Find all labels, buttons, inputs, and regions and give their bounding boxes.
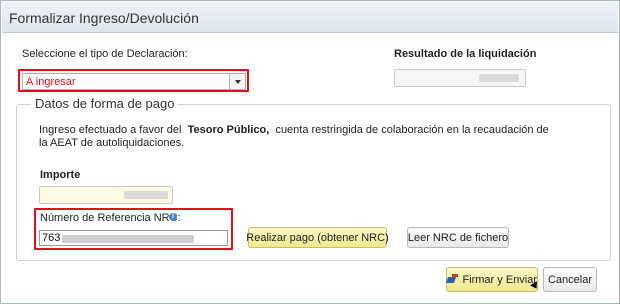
nrc-label: Número de Referencia NRC: xyxy=(40,212,181,224)
dialog: Formalizar Ingreso/Devolución Seleccione… xyxy=(0,0,620,304)
dialog-title: Formalizar Ingreso/Devolución xyxy=(9,10,199,26)
declaration-type-label: Seleccione el tipo de Declaración: xyxy=(22,48,188,60)
info-icon[interactable]: i xyxy=(169,213,177,221)
declaration-type-select[interactable]: A ingresar xyxy=(22,73,246,90)
amount-field xyxy=(39,186,173,204)
payment-info-text: Ingreso efectuado a favor del Tesoro Púb… xyxy=(39,124,559,150)
amount-label: Importe xyxy=(40,169,81,181)
amount-value-redacted xyxy=(124,191,168,199)
info-bold: Tesoro Público, xyxy=(187,124,270,136)
chevron-down-icon[interactable] xyxy=(229,74,245,89)
nrc-input[interactable]: 763 xyxy=(39,230,228,246)
declaration-type-value: A ingresar xyxy=(26,76,76,88)
firmar-enviar-label: Firmar y Enviar xyxy=(462,273,537,286)
leer-nrc-fichero-button[interactable]: Leer NRC de fichero xyxy=(407,227,509,248)
payment-legend: Datos de forma de pago xyxy=(31,96,179,111)
nrc-value: 763 xyxy=(42,232,61,244)
realizar-pago-button[interactable]: Realizar pago (obtener NRC) xyxy=(246,227,389,248)
dialog-title-bar: Formalizar Ingreso/Devolución xyxy=(2,2,618,33)
result-field xyxy=(394,69,526,87)
firmar-enviar-button[interactable]: Firmar y Enviar xyxy=(446,267,538,292)
sign-icon xyxy=(447,274,459,285)
cancel-button[interactable]: Cancelar xyxy=(543,267,597,292)
result-value-redacted xyxy=(479,74,519,82)
nrc-value-redacted xyxy=(62,235,194,243)
info-prefix: Ingreso efectuado a favor del xyxy=(39,124,182,136)
result-label: Resultado de la liquidación xyxy=(394,48,537,60)
